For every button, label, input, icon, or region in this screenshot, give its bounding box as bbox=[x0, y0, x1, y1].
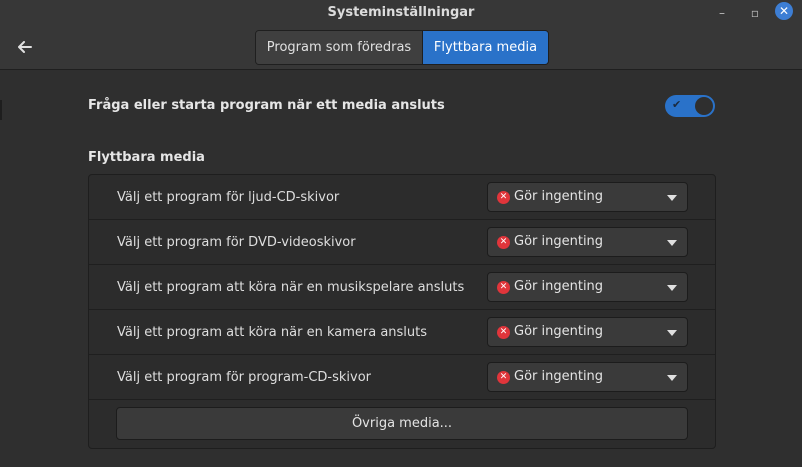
minimize-button[interactable]: – bbox=[712, 3, 732, 23]
list-item: Välj ett program för program-CD-skivor ✕… bbox=[89, 355, 715, 400]
camera-select[interactable]: ✕ Gör ingenting bbox=[487, 317, 688, 347]
do-nothing-x-icon: ✕ bbox=[497, 191, 510, 204]
select-value: Gör ingenting bbox=[514, 189, 604, 204]
window-edge bbox=[0, 100, 2, 120]
maximize-button[interactable]: ▫ bbox=[745, 3, 765, 23]
removable-media-panel: Välj ett program för ljud-CD-skivor ✕ Gö… bbox=[88, 174, 716, 449]
row-label: Välj ett program att köra när en musiksp… bbox=[117, 280, 465, 295]
list-item: Välj ett program att köra när en musiksp… bbox=[89, 265, 715, 310]
row-label: Välj ett program för ljud-CD-skivor bbox=[117, 190, 340, 205]
chevron-down-icon bbox=[667, 375, 677, 381]
close-button[interactable]: ✕ bbox=[775, 2, 793, 20]
list-item: Välj ett program för DVD-videoskivor ✕ G… bbox=[89, 220, 715, 265]
chevron-down-icon bbox=[667, 240, 677, 246]
do-nothing-x-icon: ✕ bbox=[497, 371, 510, 384]
back-button[interactable] bbox=[12, 35, 38, 59]
row-label: Välj ett program att köra när en kamera … bbox=[117, 325, 428, 340]
do-nothing-x-icon: ✕ bbox=[497, 236, 510, 249]
row-label: Välj ett program för program-CD-skivor bbox=[117, 370, 372, 385]
select-value: Gör ingenting bbox=[514, 234, 604, 249]
tab-preferred-applications[interactable]: Program som föredras bbox=[256, 31, 423, 64]
do-nothing-x-icon: ✕ bbox=[497, 281, 510, 294]
row-label: Välj ett program för DVD-videoskivor bbox=[117, 235, 356, 250]
toggle-knob bbox=[695, 97, 713, 115]
software-cd-select[interactable]: ✕ Gör ingenting bbox=[487, 362, 688, 392]
select-value: Gör ingenting bbox=[514, 279, 604, 294]
chevron-down-icon bbox=[667, 195, 677, 201]
tab-removable-media[interactable]: Flyttbara media bbox=[423, 31, 548, 64]
tab-bar: Program som föredras Flyttbara media bbox=[255, 30, 549, 65]
list-item: Välj ett program att köra när en kamera … bbox=[89, 310, 715, 355]
music-player-select[interactable]: ✕ Gör ingenting bbox=[487, 272, 688, 302]
auto-launch-label: Fråga eller starta program när ett media… bbox=[88, 98, 445, 113]
auto-launch-toggle[interactable]: ✔ bbox=[665, 95, 715, 117]
other-media-button[interactable]: Övriga media... bbox=[116, 407, 688, 440]
window-title: Systeminställningar bbox=[327, 5, 475, 20]
back-arrow-icon bbox=[18, 41, 32, 53]
list-item: Välj ett program för ljud-CD-skivor ✕ Gö… bbox=[89, 175, 715, 220]
title-bar: Systeminställningar – ▫ ✕ Program som fö… bbox=[0, 0, 802, 70]
dvd-video-select[interactable]: ✕ Gör ingenting bbox=[487, 227, 688, 257]
chevron-down-icon bbox=[667, 330, 677, 336]
select-value: Gör ingenting bbox=[514, 324, 604, 339]
select-value: Gör ingenting bbox=[514, 369, 604, 384]
chevron-down-icon bbox=[667, 285, 677, 291]
section-heading: Flyttbara media bbox=[88, 150, 205, 165]
audio-cd-select[interactable]: ✕ Gör ingenting bbox=[487, 182, 688, 212]
do-nothing-x-icon: ✕ bbox=[497, 326, 510, 339]
check-icon: ✔ bbox=[672, 98, 682, 111]
